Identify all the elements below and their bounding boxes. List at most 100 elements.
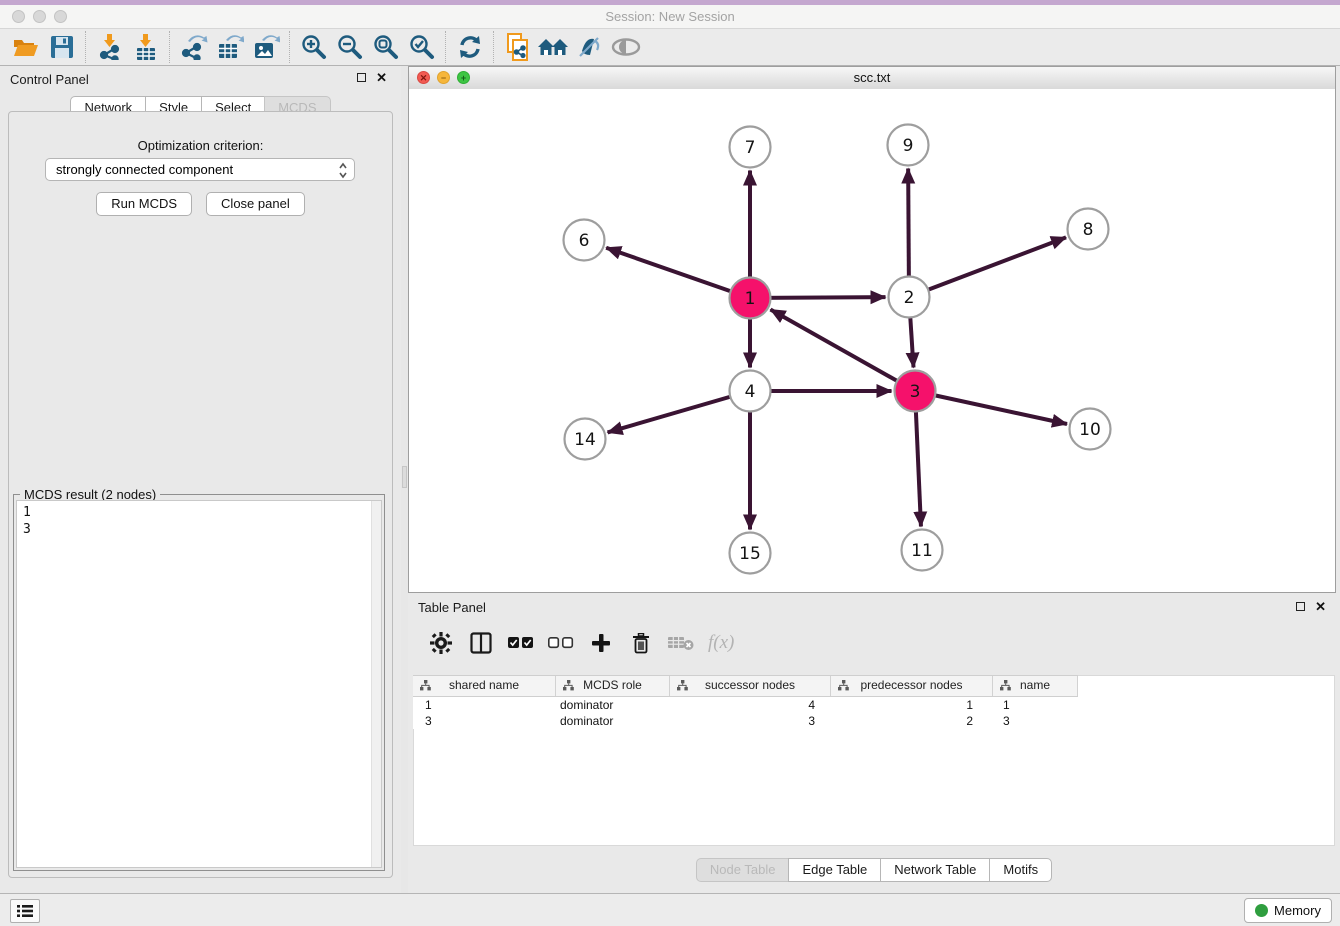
clone-network-button[interactable]	[500, 31, 536, 63]
column-header-MCDS-role[interactable]: MCDS role	[556, 676, 670, 696]
node-3[interactable]: 3	[895, 371, 936, 412]
tab-motifs[interactable]: Motifs	[989, 858, 1052, 882]
delete-button[interactable]	[628, 630, 654, 656]
export-network-button[interactable]	[176, 31, 212, 63]
close-panel-icon[interactable]: ✕	[376, 73, 387, 82]
table-settings-button[interactable]	[428, 630, 454, 656]
node-label: 7	[745, 138, 756, 158]
delete-table-button[interactable]	[668, 630, 694, 656]
window-titlebar[interactable]: Session: New Session	[0, 5, 1340, 29]
table-toolbar: f(x)	[416, 621, 1332, 665]
tab-node-table[interactable]: Node Table	[696, 858, 790, 882]
float-table-panel-icon[interactable]	[1296, 602, 1305, 611]
node-15[interactable]: 15	[730, 533, 771, 574]
node-8[interactable]: 8	[1068, 209, 1109, 250]
table-cell[interactable]: dominator	[556, 713, 670, 729]
node-label: 10	[1079, 420, 1101, 440]
node-10[interactable]: 10	[1070, 409, 1111, 450]
hide-details-button[interactable]	[608, 31, 644, 63]
column-type-icon	[420, 680, 431, 691]
save-session-button[interactable]	[44, 31, 80, 63]
edge-1-6[interactable]	[606, 248, 750, 298]
table-cell[interactable]: 2	[831, 713, 993, 729]
table-cell[interactable]: 3	[413, 713, 556, 729]
node-label: 6	[579, 231, 590, 251]
import-network-button[interactable]	[92, 31, 128, 63]
toolbar-separator	[169, 31, 171, 63]
node-4[interactable]: 4	[730, 371, 771, 412]
result-scrollbar[interactable]	[371, 501, 381, 867]
float-panel-icon[interactable]	[357, 73, 366, 82]
tab-network-table[interactable]: Network Table	[880, 858, 990, 882]
fx-icon: f(x)	[708, 632, 734, 654]
node-11[interactable]: 11	[902, 530, 943, 571]
splitter-grip[interactable]	[402, 466, 407, 488]
toolbar-separator	[493, 31, 495, 63]
show-column-button[interactable]	[468, 630, 494, 656]
table-cell[interactable]: 3	[670, 713, 831, 729]
table-row[interactable]: 3dominator323	[413, 713, 1078, 729]
edge-4-14[interactable]	[608, 391, 750, 432]
node-label: 3	[910, 382, 921, 402]
run-mcds-button[interactable]: Run MCDS	[96, 192, 192, 216]
refresh-button[interactable]	[452, 31, 488, 63]
node-1[interactable]: 1	[730, 278, 771, 319]
edge-3-10[interactable]	[915, 391, 1067, 424]
export-table-button[interactable]	[212, 31, 248, 63]
network-window-title: scc.txt	[409, 70, 1335, 85]
node-2[interactable]: 2	[889, 277, 930, 318]
node-9[interactable]: 9	[888, 125, 929, 166]
vertical-splitter[interactable]	[401, 66, 408, 893]
export-image-button[interactable]	[248, 31, 284, 63]
open-session-button[interactable]	[8, 31, 44, 63]
home-button[interactable]	[536, 31, 572, 63]
column-header-successor-nodes[interactable]: successor nodes	[670, 676, 831, 696]
import-table-icon	[133, 34, 159, 60]
list-icon	[17, 904, 33, 918]
table-cell[interactable]: 1	[831, 697, 993, 713]
mcds-result-text[interactable]: 13	[16, 500, 382, 868]
zoom-fit-button[interactable]	[368, 31, 404, 63]
close-panel-button[interactable]: Close panel	[206, 192, 305, 216]
table-cell[interactable]: 4	[670, 697, 831, 713]
homes-icon	[538, 36, 570, 58]
column-header-name[interactable]: name	[993, 676, 1078, 696]
export-network-icon	[180, 34, 208, 60]
table-row[interactable]: 1dominator411	[413, 697, 1078, 713]
add-row-button[interactable]	[588, 630, 614, 656]
table-cell[interactable]: 1	[413, 697, 556, 713]
close-table-panel-icon[interactable]: ✕	[1315, 602, 1326, 611]
zoom-out-button[interactable]	[332, 31, 368, 63]
network-canvas[interactable]: 7 9 6 8 1 2 4 3 14 10 15 11	[409, 89, 1335, 592]
zoom-fit-icon	[373, 34, 399, 60]
column-header-predecessor-nodes[interactable]: predecessor nodes	[831, 676, 993, 696]
column-header-shared-name[interactable]: shared name	[413, 676, 556, 696]
toolbar-separator	[85, 31, 87, 63]
memory-button[interactable]: Memory	[1244, 898, 1332, 923]
select-all-button[interactable]	[508, 630, 534, 656]
node-6[interactable]: 6	[564, 220, 605, 261]
node-14[interactable]: 14	[565, 419, 606, 460]
task-history-button[interactable]	[10, 899, 40, 923]
network-window-titlebar[interactable]: ✕ − + scc.txt	[409, 67, 1335, 90]
zoom-in-button[interactable]	[296, 31, 332, 63]
zoom-selected-icon	[409, 34, 435, 60]
zoom-selected-button[interactable]	[404, 31, 440, 63]
announcements-button[interactable]	[572, 31, 608, 63]
table-cell[interactable]: 1	[993, 697, 1078, 713]
tab-edge-table[interactable]: Edge Table	[788, 858, 881, 882]
table-cell[interactable]: dominator	[556, 697, 670, 713]
table-tabs: Node TableEdge TableNetwork TableMotifs	[408, 858, 1340, 882]
application-window: Session: New Session	[0, 0, 1340, 926]
table-cell[interactable]: 3	[993, 713, 1078, 729]
function-builder-button[interactable]: f(x)	[708, 630, 734, 656]
edge-2-8[interactable]	[909, 237, 1066, 297]
import-table-button[interactable]	[128, 31, 164, 63]
edge-3-1[interactable]	[770, 310, 915, 391]
column-header-label: predecessor nodes	[860, 678, 962, 692]
memory-status-icon	[1255, 904, 1268, 917]
criterion-dropdown[interactable]: strongly connected component	[45, 158, 355, 181]
deselect-all-button[interactable]	[548, 630, 574, 656]
criterion-value: strongly connected component	[56, 162, 233, 177]
node-7[interactable]: 7	[730, 127, 771, 168]
